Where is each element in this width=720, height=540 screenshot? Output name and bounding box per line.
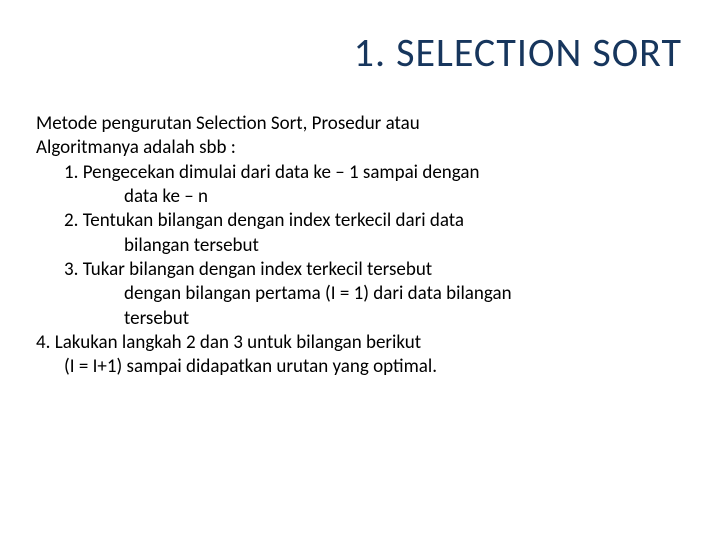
- step-1-line-2: data ke – n: [36, 185, 680, 209]
- step-2-line-2: bilangan tersebut: [36, 234, 680, 258]
- slide-title: 1. SELECTION SORT: [354, 28, 682, 77]
- step-3-line-3: tersebut: [36, 307, 680, 331]
- step-4-line-1: 4. Lakukan langkah 2 dan 3 untuk bilanga…: [36, 331, 680, 355]
- step-1-line-1: 1. Pengecekan dimulai dari data ke – 1 s…: [36, 161, 680, 185]
- step-4-line-2: (I = I+1) sampai didapatkan urutan yang …: [36, 355, 680, 379]
- slide-body: Metode pengurutan Selection Sort, Prosed…: [36, 112, 680, 379]
- intro-line-2: Algoritmanya adalah sbb :: [36, 136, 680, 160]
- step-3-line-2: dengan bilangan pertama (I = 1) dari dat…: [36, 282, 680, 306]
- slide: 1. SELECTION SORT Metode pengurutan Sele…: [0, 0, 720, 540]
- intro-line-1: Metode pengurutan Selection Sort, Prosed…: [36, 112, 680, 136]
- step-3-line-1: 3. Tukar bilangan dengan index terkecil …: [36, 258, 680, 282]
- step-2-line-1: 2. Tentukan bilangan dengan index terkec…: [36, 209, 680, 233]
